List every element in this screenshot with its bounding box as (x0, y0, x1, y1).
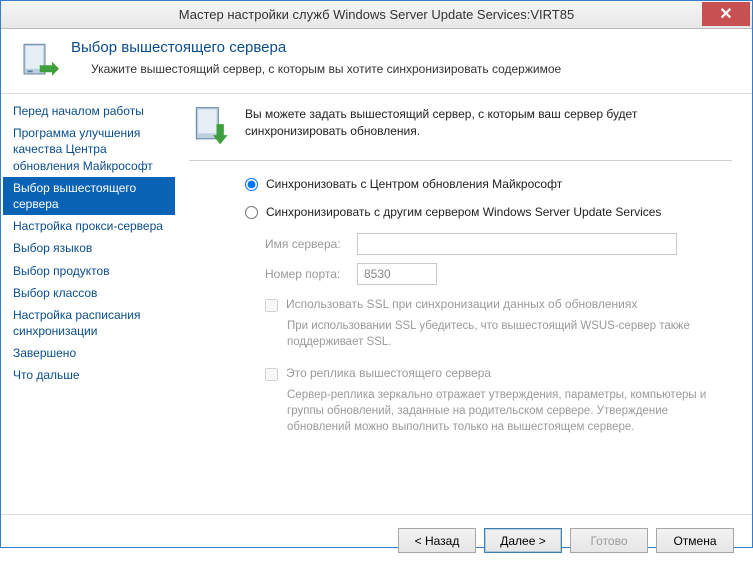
sidebar-item-5[interactable]: Выбор продуктов (3, 260, 175, 282)
page-subtitle: Укажите вышестоящий сервер, с которым вы… (71, 62, 561, 76)
ssl-checkbox-label: Использовать SSL при синхронизации данны… (286, 297, 637, 311)
server-down-arrow-icon (189, 104, 233, 148)
wizard-footer: < Назад Далее > Готово Отмена (1, 514, 752, 566)
page-title: Выбор вышестоящего сервера (71, 39, 561, 56)
sidebar-item-0[interactable]: Перед началом работы (3, 100, 175, 122)
divider (189, 160, 732, 161)
ssl-checkbox-row[interactable]: Использовать SSL при синхронизации данны… (265, 297, 732, 312)
radio-sync-microsoft-label: Синхронизовать с Центром обновления Майк… (266, 177, 562, 191)
sidebar-item-9[interactable]: Что дальше (3, 364, 175, 386)
replica-checkbox-label: Это реплика вышестоящего сервера (286, 366, 491, 380)
server-name-input[interactable] (357, 233, 677, 255)
replica-checkbox[interactable] (265, 368, 278, 381)
back-button[interactable]: < Назад (398, 528, 476, 553)
titlebar: Мастер настройки служб Windows Server Up… (1, 1, 752, 29)
wizard-content: Вы можете задать вышестоящий сервер, с к… (177, 94, 752, 514)
radio-sync-microsoft[interactable]: Синхронизовать с Центром обновления Майк… (245, 177, 732, 191)
replica-help-text: Сервер-реплика зеркально отражает утверж… (287, 387, 717, 435)
close-icon: ✕ (719, 4, 732, 24)
sidebar-item-7[interactable]: Настройка расписания синхронизации (3, 304, 175, 342)
port-input[interactable] (357, 263, 437, 285)
finish-button[interactable]: Готово (570, 528, 648, 553)
port-label: Номер порта: (265, 267, 357, 281)
radio-sync-other-input[interactable] (245, 206, 258, 219)
radio-sync-microsoft-input[interactable] (245, 178, 258, 191)
radio-sync-other[interactable]: Синхронизировать с другим сервером Windo… (245, 205, 732, 219)
sidebar-item-4[interactable]: Выбор языков (3, 237, 175, 259)
window-title: Мастер настройки служб Windows Server Up… (1, 7, 752, 22)
sidebar-item-3[interactable]: Настройка прокси-сервера (3, 215, 175, 237)
wizard-header: Выбор вышестоящего сервера Укажите вышес… (1, 29, 752, 94)
server-arrow-icon (17, 39, 59, 81)
intro-text: Вы можете задать вышестоящий сервер, с к… (245, 104, 732, 140)
next-button[interactable]: Далее > (484, 528, 562, 553)
ssl-help-text: При использовании SSL убедитесь, что выш… (287, 318, 717, 350)
close-button[interactable]: ✕ (702, 2, 750, 26)
sidebar-item-8[interactable]: Завершено (3, 342, 175, 364)
cancel-button[interactable]: Отмена (656, 528, 734, 553)
ssl-checkbox[interactable] (265, 299, 278, 312)
sidebar-item-6[interactable]: Выбор классов (3, 282, 175, 304)
server-name-label: Имя сервера: (265, 237, 357, 251)
radio-sync-other-label: Синхронизировать с другим сервером Windo… (266, 205, 661, 219)
sidebar-item-1[interactable]: Программа улучшения качества Центра обно… (3, 122, 175, 177)
sidebar-item-2[interactable]: Выбор вышестоящего сервера (3, 177, 175, 215)
wizard-steps-sidebar: Перед началом работыПрограмма улучшения … (1, 94, 177, 514)
replica-checkbox-row[interactable]: Это реплика вышестоящего сервера (265, 366, 732, 381)
